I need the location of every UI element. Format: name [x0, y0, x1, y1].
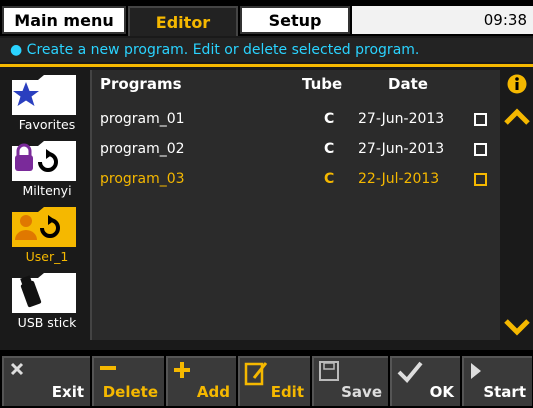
sidebar-item-label: Miltenyi	[22, 183, 72, 198]
program-name: program_03	[100, 171, 185, 187]
edit-icon	[244, 362, 268, 386]
minus-icon	[100, 366, 116, 370]
tab-setup[interactable]: Setup	[240, 6, 350, 34]
favorite-checkbox[interactable]	[474, 173, 487, 186]
program-row[interactable]: program_02 C 27-Jun-2013	[92, 136, 502, 164]
favorites-folder-icon	[12, 75, 76, 115]
add-label: Add	[196, 383, 230, 401]
info-icon[interactable]	[504, 74, 530, 94]
sidebar: Favorites Miltenyi User_1 USB stick	[6, 70, 88, 340]
list-header: Programs Tube Date	[92, 70, 502, 96]
delete-button[interactable]: Delete	[92, 356, 164, 406]
program-date: 27-Jun-2013	[358, 141, 445, 157]
header-tube: Tube	[302, 75, 343, 93]
program-name: program_01	[100, 111, 185, 127]
program-tube: C	[324, 171, 335, 187]
user-folder-icon	[12, 207, 76, 247]
tab-bar: Main menu Editor Setup 09:38	[0, 0, 533, 36]
start-button[interactable]: Start	[462, 356, 532, 406]
program-date: 27-Jun-2013	[358, 111, 445, 127]
screen: Main menu Editor Setup 09:38 ● Create a …	[0, 0, 533, 408]
program-row-selected[interactable]: program_03 C 22-Jul-2013	[92, 166, 502, 194]
scroll-down-icon[interactable]	[504, 318, 530, 336]
edit-label: Edit	[270, 383, 304, 401]
start-label: Start	[483, 383, 526, 401]
sidebar-item-user-1[interactable]: User_1	[6, 202, 88, 266]
sidebar-item-miltenyi[interactable]: Miltenyi	[6, 136, 88, 200]
tab-main-menu[interactable]: Main menu	[2, 6, 126, 34]
save-label: Save	[341, 383, 382, 401]
program-tube: C	[324, 141, 335, 157]
sidebar-item-label: User_1	[25, 249, 69, 264]
ok-label: OK	[429, 383, 454, 401]
sidebar-item-label: USB stick	[17, 315, 77, 330]
ok-button[interactable]: OK	[390, 356, 460, 406]
scroll-up-icon[interactable]	[504, 108, 530, 126]
program-name: program_02	[100, 141, 185, 157]
program-tube: C	[324, 111, 335, 127]
program-date: 22-Jul-2013	[358, 171, 440, 187]
check-icon	[397, 361, 423, 383]
miltenyi-folder-icon	[12, 141, 76, 181]
info-line: ● Create a new program. Edit or delete s…	[0, 38, 533, 62]
tab-editor[interactable]: Editor	[128, 6, 238, 36]
close-icon	[10, 362, 24, 376]
toolbar: Exit Delete Add Edit Save OK Start	[0, 350, 533, 408]
delete-label: Delete	[102, 383, 158, 401]
save-button[interactable]: Save	[312, 356, 388, 406]
add-button[interactable]: Add	[166, 356, 236, 406]
usb-folder-icon	[12, 273, 76, 313]
exit-label: Exit	[51, 383, 84, 401]
sidebar-item-usb-stick[interactable]: USB stick	[6, 268, 88, 332]
save-icon	[319, 361, 339, 381]
plus-icon	[174, 362, 190, 378]
header-programs: Programs	[100, 75, 182, 93]
sidebar-item-label: Favorites	[18, 117, 76, 132]
favorite-checkbox[interactable]	[474, 143, 487, 156]
clock: 09:38	[352, 6, 533, 34]
scroll-column	[500, 70, 533, 340]
sidebar-item-favorites[interactable]: Favorites	[6, 70, 88, 134]
play-icon	[471, 363, 481, 379]
program-list: Programs Tube Date program_01 C 27-Jun-2…	[90, 70, 502, 340]
header-date: Date	[388, 75, 428, 93]
edit-button[interactable]: Edit	[238, 356, 310, 406]
program-row[interactable]: program_01 C 27-Jun-2013	[92, 106, 502, 134]
favorite-checkbox[interactable]	[474, 113, 487, 126]
exit-button[interactable]: Exit	[2, 356, 90, 406]
divider	[0, 64, 533, 67]
